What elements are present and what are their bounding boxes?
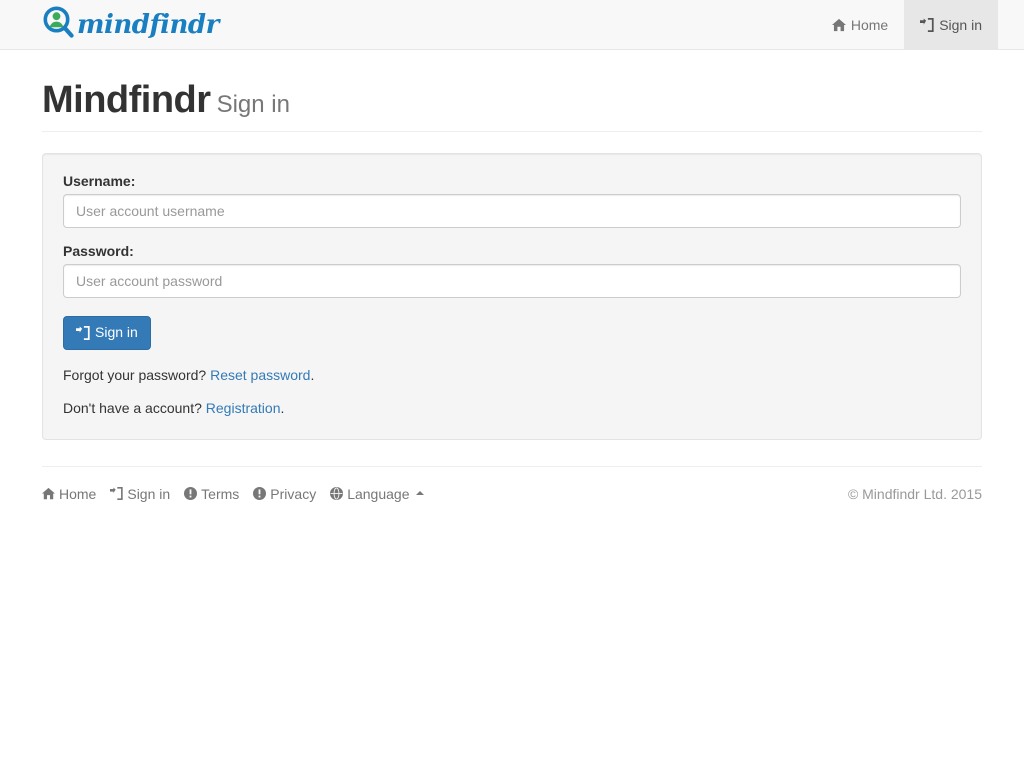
info-sign-icon [184,487,198,501]
footer-copyright: © Mindfindr Ltd. 2015 [847,485,982,502]
brand-logo-link[interactable]: mindfindr [0,0,219,50]
footer: Home Sign in Terms Privacy Language © Mi… [42,465,982,502]
footer-link-privacy-label: Privacy [270,485,317,502]
password-label: Password: [63,242,134,259]
footer-link-language-label: Language [347,485,410,502]
registration-period: . [280,399,285,416]
sign-in-panel: Username: Password: Sign in Forgot your … [42,152,982,440]
sign-in-button-label: Sign in [95,323,138,340]
magnifier-person-icon [42,6,76,45]
reset-password-link[interactable]: Reset password [210,367,310,383]
registration-link[interactable]: Registration [206,400,281,416]
sign-in-button[interactable]: Sign in [63,315,151,350]
page-title: Mindfindr Sign in [42,79,982,122]
brand-wordmark: mindfindr [77,10,219,40]
username-input[interactable] [63,193,961,228]
main-container: MindfindrSign in Username: Password: Sig… [42,50,982,502]
page-subtitle: Sign in [216,91,290,118]
forgot-password-period: . [310,366,315,383]
footer-link-terms[interactable]: Terms [184,486,239,502]
username-form-group: Username: [63,173,961,228]
info-sign-icon [253,487,267,501]
nav-item-home[interactable]: Home [816,0,904,49]
page-header: Mindfindr Sign in [42,50,982,132]
footer-link-privacy[interactable]: Privacy [253,486,316,502]
footer-link-sign-in-label: Sign in [127,485,171,502]
globe-icon [330,487,344,501]
home-icon [42,487,55,500]
forgot-password-text: Forgot your password? [63,366,207,383]
forgot-password-line: Forgot your password? Reset password. [63,366,961,386]
home-icon [831,18,846,32]
footer-link-home-label: Home [59,485,97,502]
nav-item-home-label: Home [850,16,889,33]
registration-text: Don't have a account? [63,399,202,416]
footer-links: Home Sign in Terms Privacy Language [42,486,424,502]
registration-line: Don't have a account? Registration. [63,399,961,419]
footer-link-home[interactable]: Home [42,486,96,502]
footer-link-terms-label: Terms [201,485,240,502]
username-label: Username: [63,172,136,189]
sign-in-icon [110,487,124,501]
password-form-group: Password: [63,243,961,298]
footer-link-sign-in[interactable]: Sign in [110,486,170,502]
sign-in-icon [76,325,90,340]
sign-in-icon [920,17,934,32]
caret-up-icon [415,490,424,495]
page-title-text: Mindfindr [42,79,211,121]
nav-item-sign-in[interactable]: Sign in [904,0,998,49]
footer-link-language[interactable]: Language [330,485,424,502]
navbar: mindfindr Home Sign in [0,0,1024,50]
password-input[interactable] [63,263,961,298]
navbar-menu: Home Sign in [816,0,1024,49]
nav-item-sign-in-label: Sign in [939,16,982,33]
